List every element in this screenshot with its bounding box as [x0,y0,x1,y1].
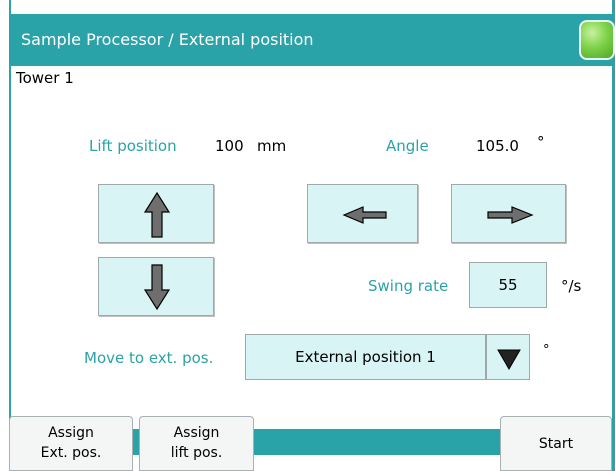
lift-position-value: 100 [215,137,244,155]
assign-lift-pos-line1: Assign [173,425,220,441]
swing-rate-input[interactable]: 55 [469,262,547,308]
lift-position-label: Lift position [89,137,177,155]
start-label: Start [538,436,574,452]
status-led-icon[interactable] [579,20,615,60]
arrow-up-icon [143,191,171,238]
external-position-dropdown-button[interactable] [486,334,530,380]
swing-rate-unit: °/s [561,277,582,295]
swing-rate-label: Swing rate [368,277,449,295]
assign-lift-pos-button[interactable]: Assign lift pos. [139,416,254,471]
swing-right-button[interactable] [451,184,566,243]
tower-label: Tower 1 [16,69,74,87]
arrow-down-icon [143,264,171,311]
angle-label: Angle [386,137,429,155]
move-to-ext-pos-label: Move to ext. pos. [84,349,214,367]
window-title: Sample Processor / External position [21,30,314,49]
app-window: Sample Processor / External position Tow… [0,0,615,471]
arrow-left-icon [342,206,387,224]
angle-value: 105.0 [476,137,519,155]
external-position-select[interactable]: External position 1 [245,334,486,380]
angle-unit: ° [537,133,545,151]
swing-left-button[interactable] [307,184,418,243]
lift-position-unit: mm [257,137,287,155]
lift-down-button[interactable] [98,257,214,316]
assign-ext-pos-line2: Ext. pos. [40,445,102,461]
dropdown-triangle-icon [497,349,521,370]
title-bar: Sample Processor / External position [9,14,615,66]
assign-ext-pos-button[interactable]: Assign Ext. pos. [9,416,133,471]
assign-lift-pos-line2: lift pos. [170,445,223,461]
start-button[interactable]: Start [500,416,612,471]
window-left-border [9,0,11,471]
arrow-right-icon [487,206,534,224]
assign-ext-pos-line1: Assign [48,425,94,441]
lift-up-button[interactable] [98,184,214,243]
move-to-ext-pos-unit: ° [543,343,550,358]
